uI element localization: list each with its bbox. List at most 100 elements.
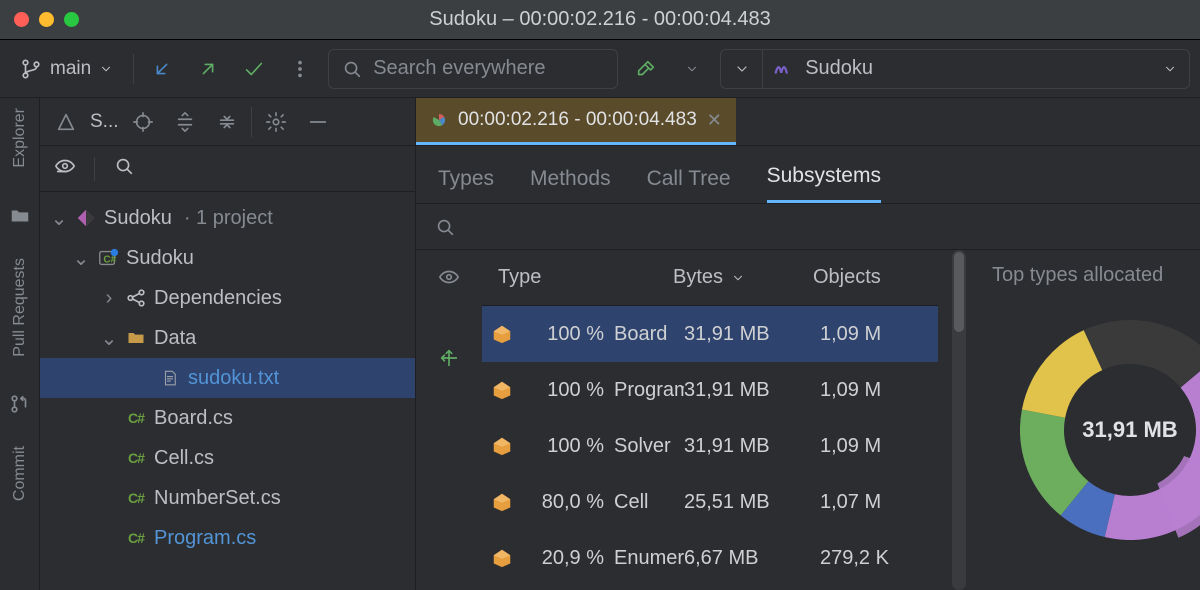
gear-icon xyxy=(265,111,287,133)
tab-subsystems[interactable]: Subsystems xyxy=(767,164,881,203)
explorer-search-button[interactable] xyxy=(113,155,135,182)
col-objects[interactable]: Objects xyxy=(813,266,938,289)
editor-area: 00:00:02.216 - 00:00:04.483 ✕ Types Meth… xyxy=(416,98,1200,590)
structure-label: S... xyxy=(90,111,119,133)
triangle-outline-icon xyxy=(55,111,77,133)
crosshair-icon xyxy=(438,347,460,369)
folder-icon[interactable] xyxy=(6,202,34,230)
eye-icon xyxy=(438,266,460,288)
pull-request-icon[interactable] xyxy=(6,390,34,418)
collapse-all-button[interactable] xyxy=(209,104,245,140)
vcs-push-button[interactable] xyxy=(190,51,226,87)
sort-desc-icon xyxy=(731,271,745,285)
arrow-down-left-icon xyxy=(151,58,173,80)
table-row[interactable]: 100 % Solver 31,91 MB 1,09 M xyxy=(482,418,938,474)
zoom-window-button[interactable] xyxy=(64,12,79,27)
left-tool-strip: Explorer Pull Requests Commit xyxy=(0,98,40,590)
vcs-branch-picker[interactable]: main xyxy=(10,51,123,87)
chevron-down-icon xyxy=(1163,62,1177,76)
file-label: sudoku.txt xyxy=(188,367,279,390)
subsystems-table: Type Bytes Objects 100 % Board 31,91 MB xyxy=(482,250,938,590)
close-window-button[interactable] xyxy=(14,12,29,27)
table-header: Type Bytes Objects xyxy=(482,250,938,306)
donut-center-label: 31,91 MB xyxy=(1070,370,1190,490)
minus-icon xyxy=(307,111,329,133)
check-icon xyxy=(243,58,265,80)
profiler-search[interactable] xyxy=(416,204,1200,250)
chevron-down-icon xyxy=(99,62,113,76)
tree-folder-data[interactable]: ⌄ Data xyxy=(40,318,415,358)
editor-tab-profiler[interactable]: 00:00:02.216 - 00:00:04.483 ✕ xyxy=(416,98,736,145)
hide-panel-button[interactable] xyxy=(300,104,336,140)
tab-call-tree[interactable]: Call Tree xyxy=(647,167,731,203)
table-scrollbar[interactable] xyxy=(952,250,966,590)
subsystem-icon xyxy=(491,435,513,457)
file-label: NumberSet.cs xyxy=(154,487,281,510)
explorer-settings-button[interactable] xyxy=(258,104,294,140)
navigate-button[interactable] xyxy=(438,347,460,374)
table-row[interactable]: 100 % Program 31,91 MB 1,09 M xyxy=(482,362,938,418)
tree-dependencies[interactable]: › Dependencies xyxy=(40,278,415,318)
tree-project[interactable]: ⌄ C# Sudoku xyxy=(40,238,415,278)
project-tree[interactable]: ⌄ Sudoku · 1 project ⌄ C# Sudoku › D xyxy=(40,192,415,590)
vcs-update-button[interactable] xyxy=(144,51,180,87)
chevron-down-icon xyxy=(685,62,699,76)
tree-file-cell-cs[interactable]: C# Cell.cs xyxy=(40,438,415,478)
table-row[interactable]: 20,9 % Enumerator 6,67 MB 279,2 K xyxy=(482,530,938,586)
tree-solution-root[interactable]: ⌄ Sudoku · 1 project xyxy=(40,198,415,238)
editor-tabs: 00:00:02.216 - 00:00:04.483 ✕ xyxy=(416,98,1200,146)
folder-icon xyxy=(124,326,148,350)
tree-file-program-cs[interactable]: C# Program.cs xyxy=(40,518,415,558)
scrollbar-thumb[interactable] xyxy=(954,252,964,332)
tab-methods[interactable]: Methods xyxy=(530,167,611,203)
arrow-up-right-icon xyxy=(197,58,219,80)
table-row[interactable]: 80,0 % Cell 25,51 MB 1,07 M xyxy=(482,474,938,530)
target-icon xyxy=(132,111,154,133)
tool-explorer[interactable]: Explorer xyxy=(11,102,29,174)
expand-all-button[interactable] xyxy=(167,104,203,140)
top-types-allocated-panel: Top types allocated 31,91 MB xyxy=(984,250,1200,590)
subsystem-icon xyxy=(491,323,513,345)
expand-icon xyxy=(174,111,196,133)
profiler-gutter xyxy=(416,250,482,590)
vcs-commit-button[interactable] xyxy=(236,51,272,87)
eye-stack-icon xyxy=(54,155,76,177)
chevron-down-icon: ⌄ xyxy=(50,206,68,231)
tab-types[interactable]: Types xyxy=(438,167,494,203)
folder-label: Data xyxy=(154,327,196,350)
search-icon xyxy=(341,58,363,80)
structure-view-button[interactable] xyxy=(48,104,84,140)
search-everywhere[interactable]: Search everywhere xyxy=(328,49,618,89)
scope-button[interactable] xyxy=(54,155,76,182)
minimize-window-button[interactable] xyxy=(39,12,54,27)
profiler-body: Type Bytes Objects 100 % Board 31,91 MB xyxy=(416,250,1200,590)
run-config-picker[interactable]: Sudoku xyxy=(720,49,1190,89)
allocation-donut-chart[interactable]: 31,91 MB xyxy=(1020,320,1200,540)
separator xyxy=(251,107,252,137)
visibility-toggle[interactable] xyxy=(438,266,460,293)
run-config-expand[interactable] xyxy=(721,50,763,88)
vcs-more-button[interactable] xyxy=(282,51,318,87)
dots-vertical-icon xyxy=(289,58,311,80)
svg-text:C#: C# xyxy=(103,255,116,266)
close-tab-button[interactable]: ✕ xyxy=(707,110,722,131)
col-type[interactable]: Type xyxy=(482,266,673,289)
table-row[interactable]: 100 % Board 31,91 MB 1,09 M xyxy=(482,306,938,362)
build-more-button[interactable] xyxy=(674,51,710,87)
search-icon xyxy=(113,155,135,177)
branch-icon xyxy=(20,58,42,80)
build-button[interactable] xyxy=(628,51,664,87)
tool-commit[interactable]: Commit xyxy=(11,440,29,507)
run-config-name: Sudoku xyxy=(805,57,873,80)
main-toolbar: main Search everywhere Sudoku xyxy=(0,40,1200,98)
col-bytes[interactable]: Bytes xyxy=(673,266,813,289)
tree-file-numberset-cs[interactable]: C# NumberSet.cs xyxy=(40,478,415,518)
tree-file-sudoku-txt[interactable]: sudoku.txt xyxy=(40,358,415,398)
window-title: Sudoku – 00:00:02.216 - 00:00:04.483 xyxy=(90,8,1110,31)
project-name: Sudoku xyxy=(126,247,194,270)
tool-pull-requests[interactable]: Pull Requests xyxy=(11,252,29,363)
search-icon xyxy=(434,216,456,238)
tree-file-board-cs[interactable]: C# Board.cs xyxy=(40,398,415,438)
locate-button[interactable] xyxy=(125,104,161,140)
dependencies-icon xyxy=(124,286,148,310)
